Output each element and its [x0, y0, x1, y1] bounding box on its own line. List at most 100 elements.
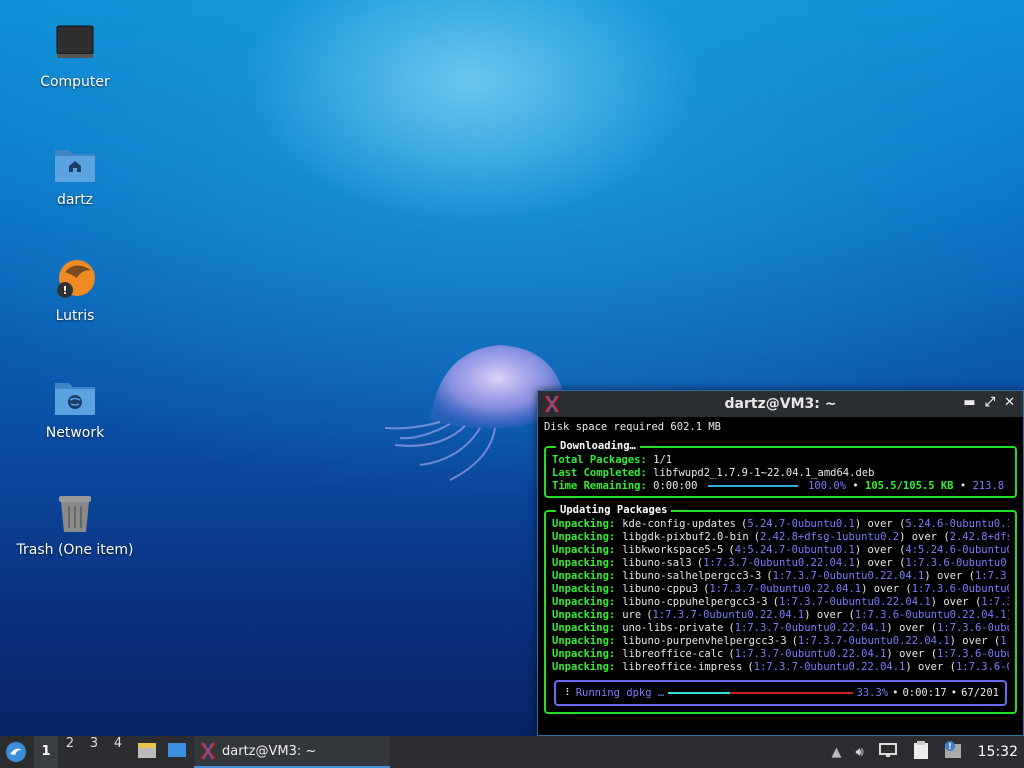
running-dpkg-panel: ⠸ Running dpkg … 33.3% • 0:00:17 • 67/20…: [554, 680, 1007, 706]
action-label: Unpacking:: [552, 609, 616, 621]
desktop-icon-lutris[interactable]: ! Lutris: [0, 256, 150, 324]
total-packages-value: 1/1: [653, 454, 673, 466]
package-row: Unpacking: uno-libs-private (1:7.3.7-0ubun…: [552, 622, 1009, 635]
download-progress-bar: [707, 485, 798, 487]
dpkg-elapsed: 0:00:17: [902, 686, 947, 699]
time-remaining-label: Time Remaining:: [552, 480, 647, 492]
over-text: over: [911, 661, 950, 673]
desktop-icon-network[interactable]: Network: [0, 373, 150, 441]
workspace-2[interactable]: 2: [58, 736, 82, 768]
separator: •: [950, 686, 958, 699]
package-name: libuno-salhelpergcc3-3: [622, 570, 762, 582]
volume-icon[interactable]: 🔊︎: [855, 745, 863, 760]
package-name: libreoffice-calc: [622, 648, 724, 660]
desktop-icon-computer[interactable]: Computer: [0, 22, 150, 90]
new-version: 1:7.3.7-0ubuntu0.22.04.1: [652, 609, 805, 621]
new-version: 1:7.3.7-0ubuntu0.22.04.1: [734, 622, 887, 634]
clock[interactable]: 15:32: [978, 744, 1018, 760]
home-folder-icon: [51, 140, 99, 188]
tray-arrow-icon[interactable]: ▲: [831, 745, 841, 760]
action-label: Unpacking:: [552, 583, 616, 595]
new-version: 1:7.3.7-0ubuntu0.22.04.1: [709, 583, 862, 595]
terminal-title: dartz@VM3: ~: [724, 396, 837, 412]
old-version: 2.42.8+dfsg-1: [949, 531, 1009, 543]
desktop-icon-label: Network: [45, 425, 105, 441]
updating-title: Updating Packages: [556, 504, 672, 517]
workspace-4[interactable]: 4: [106, 736, 130, 768]
system-tray: ▲ 🔊︎ ! 15:32: [831, 736, 1024, 768]
over-text: over: [937, 596, 975, 608]
separator: •: [852, 480, 859, 492]
over-text: over: [905, 531, 944, 543]
over-text: over: [861, 544, 900, 556]
computer-icon: [51, 22, 99, 70]
package-row: Unpacking: libuno-purpenvhelpergcc3-3 (1:7…: [552, 635, 1009, 648]
terminal-app-icon: [200, 742, 216, 760]
action-label: Unpacking:: [552, 544, 616, 556]
package-name: libgdk-pixbuf2.0-bin: [622, 531, 749, 543]
new-version: 1:7.3.7-0ubuntu0.22.04.1: [703, 557, 855, 569]
over-text: over: [892, 648, 931, 660]
package-name: libuno-cppuhelpergcc3-3: [622, 596, 768, 608]
package-name: uno-libs-private: [622, 622, 724, 634]
package-row: Unpacking: libuno-cppuhelpergcc3-3 (1:7.3.…: [552, 596, 1009, 609]
terminal-app-icon: [544, 395, 560, 413]
taskbar: 1234 dartz@VM3: ~ ▲ 🔊︎ ! 15:32: [0, 736, 1024, 768]
dpkg-progress-bar: [668, 692, 853, 694]
show-desktop-icon[interactable]: [166, 740, 188, 764]
old-version: 1:7.3.6-0ubuntu: [955, 661, 1009, 673]
over-text: over: [861, 518, 900, 530]
network-icon[interactable]: [878, 742, 898, 762]
action-label: Unpacking:: [552, 622, 616, 634]
package-name: libuno-sal3: [622, 557, 692, 569]
over-text: over: [861, 557, 900, 569]
taskbar-terminal-button[interactable]: dartz@VM3: ~: [194, 736, 390, 768]
trash-icon: [51, 490, 99, 538]
new-version: 5.24.7-0ubuntu0.1: [747, 518, 855, 530]
workspace-1[interactable]: 1: [34, 736, 58, 768]
close-icon[interactable]: ✕: [1004, 395, 1015, 410]
old-version: 1:7.3.6-0ubuntu0.22.04.1: [854, 609, 1007, 621]
package-row: Unpacking: libreoffice-impress (1:7.3.7-0u…: [552, 661, 1009, 674]
new-version: 1:7.3.7-0ubuntu0.22.04.1: [797, 635, 950, 647]
terminal-titlebar[interactable]: dartz@VM3: ~ ▬ ⤢ ✕: [538, 391, 1023, 417]
svg-text:!: !: [948, 742, 952, 751]
package-name: libkworkspace5-5: [622, 544, 724, 556]
over-text: over: [955, 635, 994, 647]
action-label: Unpacking:: [552, 557, 616, 569]
package-name: ure: [622, 609, 642, 621]
old-version: 5.24.6-0ubuntu0.1: [905, 518, 1009, 530]
over-text: over: [930, 570, 969, 582]
desktop-icon-trash[interactable]: Trash (One item): [0, 490, 150, 558]
taskbar-task-label: dartz@VM3: ~: [222, 743, 317, 759]
desktop-icon-label: Lutris: [55, 308, 95, 324]
workspace-3[interactable]: 3: [82, 736, 106, 768]
dpkg-count: 67/201: [961, 686, 999, 699]
running-label: Running dpkg …: [575, 686, 665, 699]
last-completed-value: libfwupd2_1.7.9-1~22.04.1_amd64.deb: [653, 467, 875, 479]
terminal-window[interactable]: dartz@VM3: ~ ▬ ⤢ ✕ Disk space required 6…: [537, 390, 1024, 736]
package-row: Unpacking: libgdk-pixbuf2.0-bin (2.42.8+df…: [552, 531, 1009, 544]
desktop-icon-label: Trash (One item): [16, 542, 134, 558]
minimize-icon[interactable]: ▬: [963, 395, 975, 410]
clipboard-icon[interactable]: [912, 740, 930, 764]
disk-space-line: Disk space required 602.1 MB: [544, 421, 722, 433]
desktop-icon-label: dartz: [56, 192, 94, 208]
total-packages-label: Total Packages:: [552, 454, 647, 466]
download-speed: 213.8 KB/s: [972, 480, 1010, 492]
application-menu-icon[interactable]: [0, 741, 32, 763]
desktop-icon-dartz[interactable]: dartz: [0, 140, 150, 208]
action-label: Unpacking:: [552, 518, 616, 530]
network-folder-icon: [51, 373, 99, 421]
updates-notification-icon[interactable]: !: [944, 740, 964, 764]
new-version: 4:5.24.7-0ubuntu0.1: [734, 544, 855, 556]
action-label: Unpacking:: [552, 531, 616, 543]
spinner-icon: ⠸: [562, 686, 570, 699]
action-label: Unpacking:: [552, 596, 616, 608]
terminal-output[interactable]: Disk space required 602.1 MB Downloading…: [538, 417, 1023, 735]
old-version: 1:7.3.6-0ubuntu: [937, 648, 1009, 660]
new-version: 2.42.8+dfsg-1ubuntu0.2: [759, 531, 900, 543]
file-manager-icon[interactable]: [136, 740, 158, 764]
downloading-panel: Downloading… Total Packages: 1/1 Last Co…: [544, 440, 1017, 498]
maximize-icon[interactable]: ⤢: [985, 395, 995, 410]
